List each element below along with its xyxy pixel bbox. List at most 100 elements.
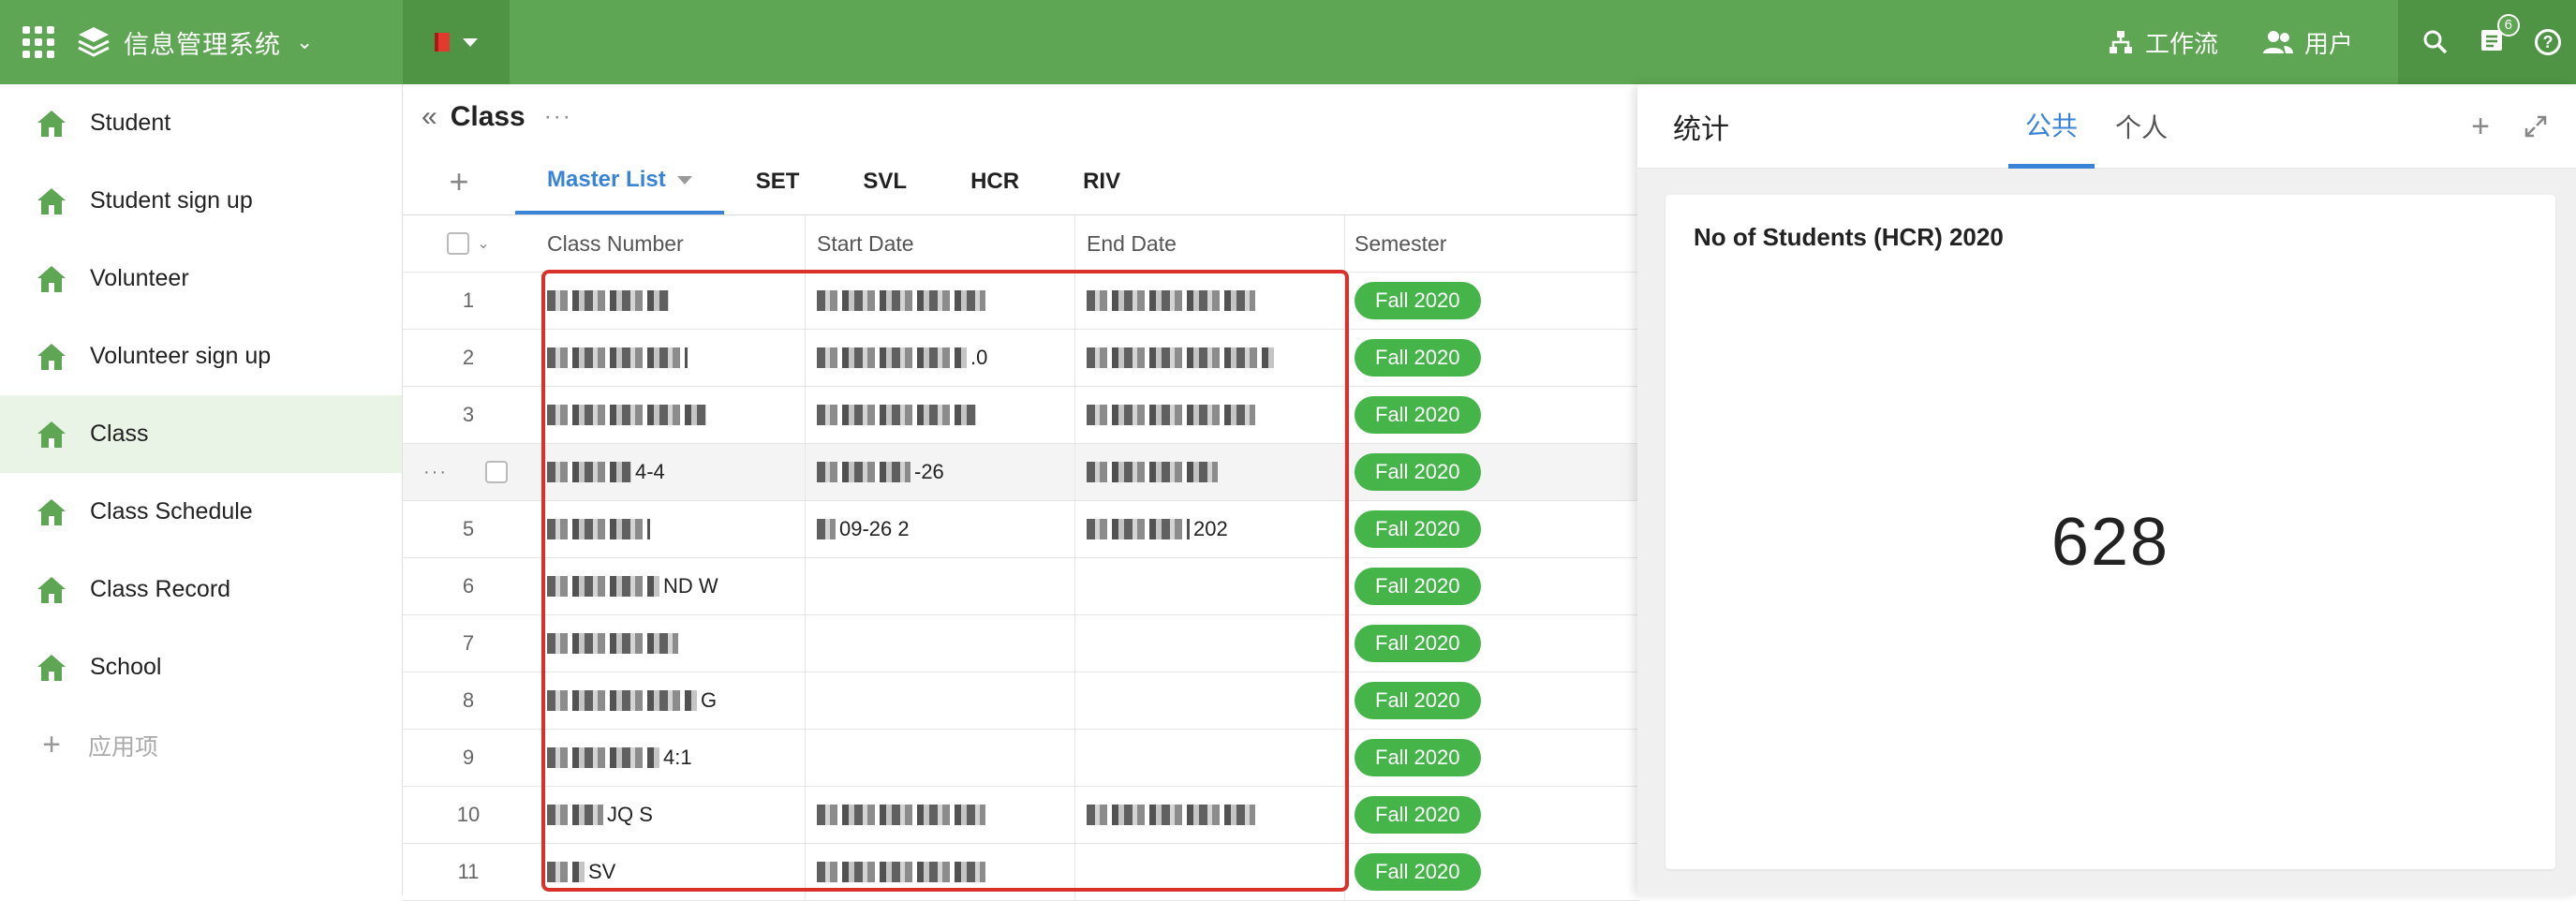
start-date-cell[interactable]: 09-26 2: [806, 501, 1075, 557]
semester-cell[interactable]: Fall 2020: [1345, 730, 1626, 786]
sidebar-item-class-schedule[interactable]: Class Schedule: [0, 473, 402, 551]
end-date-cell[interactable]: [1075, 672, 1345, 729]
class-number-cell[interactable]: G: [534, 672, 806, 729]
start-date-cell[interactable]: [806, 672, 1075, 729]
class-number-cell[interactable]: 4:1: [534, 730, 806, 786]
row-checkbox[interactable]: [485, 461, 508, 483]
end-date-cell[interactable]: [1075, 787, 1345, 843]
semester-cell[interactable]: Fall 2020: [1345, 273, 1626, 329]
semester-cell[interactable]: Fall 2020: [1345, 615, 1626, 672]
table-row[interactable]: 7 Fall 2020: [403, 615, 1639, 672]
end-date-cell[interactable]: [1075, 273, 1345, 329]
sidebar-item-school[interactable]: School: [0, 628, 402, 706]
help-icon[interactable]: ?: [2535, 29, 2561, 55]
semester-tag: Fall 2020: [1355, 453, 1481, 491]
stat-card[interactable]: No of Students (HCR) 2020 628: [1666, 195, 2555, 869]
tab-public[interactable]: 公共: [2008, 84, 2095, 169]
more-options-icon[interactable]: ···: [544, 104, 572, 130]
column-header-end-date[interactable]: End Date: [1075, 215, 1345, 272]
class-number-cell[interactable]: SV: [534, 844, 806, 900]
class-number-cell[interactable]: [534, 501, 806, 557]
end-date-cell[interactable]: [1075, 730, 1345, 786]
sidebar-item-student[interactable]: Student: [0, 84, 402, 162]
table-row[interactable]: 2 .0 Fall 2020: [403, 330, 1639, 387]
class-number-cell[interactable]: JQ S: [534, 787, 806, 843]
table-row[interactable]: 6 ND W Fall 2020: [403, 558, 1639, 615]
select-all-checkbox[interactable]: [447, 232, 470, 255]
stats-panel: 统计 公共 个人 + No of Students (HCR) 2020 628: [1637, 84, 2576, 895]
sidebar-item-class-record[interactable]: Class Record: [0, 551, 402, 628]
tab-personal[interactable]: 个人: [2115, 84, 2168, 169]
semester-cell[interactable]: Fall 2020: [1345, 444, 1626, 500]
class-number-cell[interactable]: [534, 330, 806, 386]
workflow-label: 工作流: [2144, 29, 2218, 58]
notifications-button[interactable]: 6: [2479, 13, 2520, 58]
table-row[interactable]: 8 G Fall 2020: [403, 672, 1639, 730]
table-row[interactable]: 11 SV Fall 2020: [403, 844, 1639, 901]
column-header-semester[interactable]: Semester: [1345, 215, 1626, 272]
caret-down-icon[interactable]: [676, 175, 692, 185]
tab-master-list[interactable]: Master List: [515, 149, 724, 214]
end-date-cell[interactable]: 202: [1075, 501, 1345, 557]
app-title[interactable]: 信息管理系统: [124, 24, 281, 61]
end-date-cell[interactable]: [1075, 444, 1345, 500]
sidebar-item-class[interactable]: Class: [0, 395, 402, 473]
end-date-cell[interactable]: [1075, 387, 1345, 443]
start-date-cell[interactable]: .0: [806, 330, 1075, 386]
semester-cell[interactable]: Fall 2020: [1345, 558, 1626, 614]
class-number-cell[interactable]: [534, 615, 806, 672]
class-number-cell[interactable]: ND W: [534, 558, 806, 614]
book-switcher[interactable]: [403, 0, 510, 84]
class-number-cell[interactable]: 4-4: [534, 444, 806, 500]
users-link[interactable]: 用户: [2262, 25, 2353, 60]
tab-hcr[interactable]: HCR: [939, 149, 1051, 214]
table-row[interactable]: 1 Fall 2020: [403, 273, 1639, 330]
row-more-icon[interactable]: ···: [423, 462, 448, 483]
sidebar-item-volunteer-sign-up[interactable]: Volunteer sign up: [0, 318, 402, 395]
semester-cell[interactable]: Fall 2020: [1345, 844, 1626, 900]
table-row[interactable]: 10 JQ S Fall 2020: [403, 787, 1639, 844]
app-switcher-zone: 信息管理系统 ⌄: [0, 0, 403, 84]
table-row[interactable]: ··· 4-4 -26 Fall 2020: [403, 444, 1639, 501]
semester-cell[interactable]: Fall 2020: [1345, 787, 1626, 843]
start-date-cell[interactable]: [806, 844, 1075, 900]
tab-set[interactable]: SET: [724, 149, 832, 214]
table-row[interactable]: 9 4:1 Fall 2020: [403, 730, 1639, 787]
expand-icon[interactable]: [2524, 114, 2548, 139]
semester-cell[interactable]: Fall 2020: [1345, 672, 1626, 729]
start-date-cell[interactable]: [806, 787, 1075, 843]
column-header-start-date[interactable]: Start Date: [806, 215, 1075, 272]
semester-cell[interactable]: Fall 2020: [1345, 387, 1626, 443]
chevron-down-icon[interactable]: ⌄: [296, 30, 313, 54]
end-date-cell[interactable]: [1075, 330, 1345, 386]
start-date-cell[interactable]: [806, 387, 1075, 443]
tab-riv[interactable]: RIV: [1051, 149, 1152, 214]
add-chart-icon[interactable]: +: [2471, 109, 2490, 145]
end-date-cell[interactable]: [1075, 615, 1345, 672]
class-number-cell[interactable]: [534, 273, 806, 329]
start-date-cell[interactable]: [806, 730, 1075, 786]
sidebar-item-label: Student: [90, 110, 171, 136]
start-date-cell[interactable]: [806, 615, 1075, 672]
add-view-button[interactable]: +: [403, 149, 515, 214]
end-date-cell[interactable]: [1075, 844, 1345, 900]
sidebar-item-volunteer[interactable]: Volunteer: [0, 240, 402, 318]
chevron-down-icon[interactable]: ⌄: [477, 234, 489, 253]
table-row[interactable]: 5 09-26 2 202 Fall 2020: [403, 501, 1639, 558]
column-header-class-number[interactable]: Class Number: [534, 215, 806, 272]
apps-grid-icon[interactable]: [22, 26, 54, 58]
end-date-cell[interactable]: [1075, 558, 1345, 614]
semester-cell[interactable]: Fall 2020: [1345, 330, 1626, 386]
semester-cell[interactable]: Fall 2020: [1345, 501, 1626, 557]
start-date-cell[interactable]: -26: [806, 444, 1075, 500]
tab-svl[interactable]: SVL: [831, 149, 939, 214]
search-icon[interactable]: [2422, 29, 2449, 55]
collapse-sidebar-icon[interactable]: «: [422, 101, 437, 133]
sidebar-add-app-button[interactable]: + 应用项: [0, 706, 402, 784]
start-date-cell[interactable]: [806, 558, 1075, 614]
start-date-cell[interactable]: [806, 273, 1075, 329]
table-row[interactable]: 3 Fall 2020: [403, 387, 1639, 444]
sidebar-item-student-sign-up[interactable]: Student sign up: [0, 162, 402, 240]
class-number-cell[interactable]: [534, 387, 806, 443]
workflow-link[interactable]: 工作流: [2108, 25, 2218, 60]
